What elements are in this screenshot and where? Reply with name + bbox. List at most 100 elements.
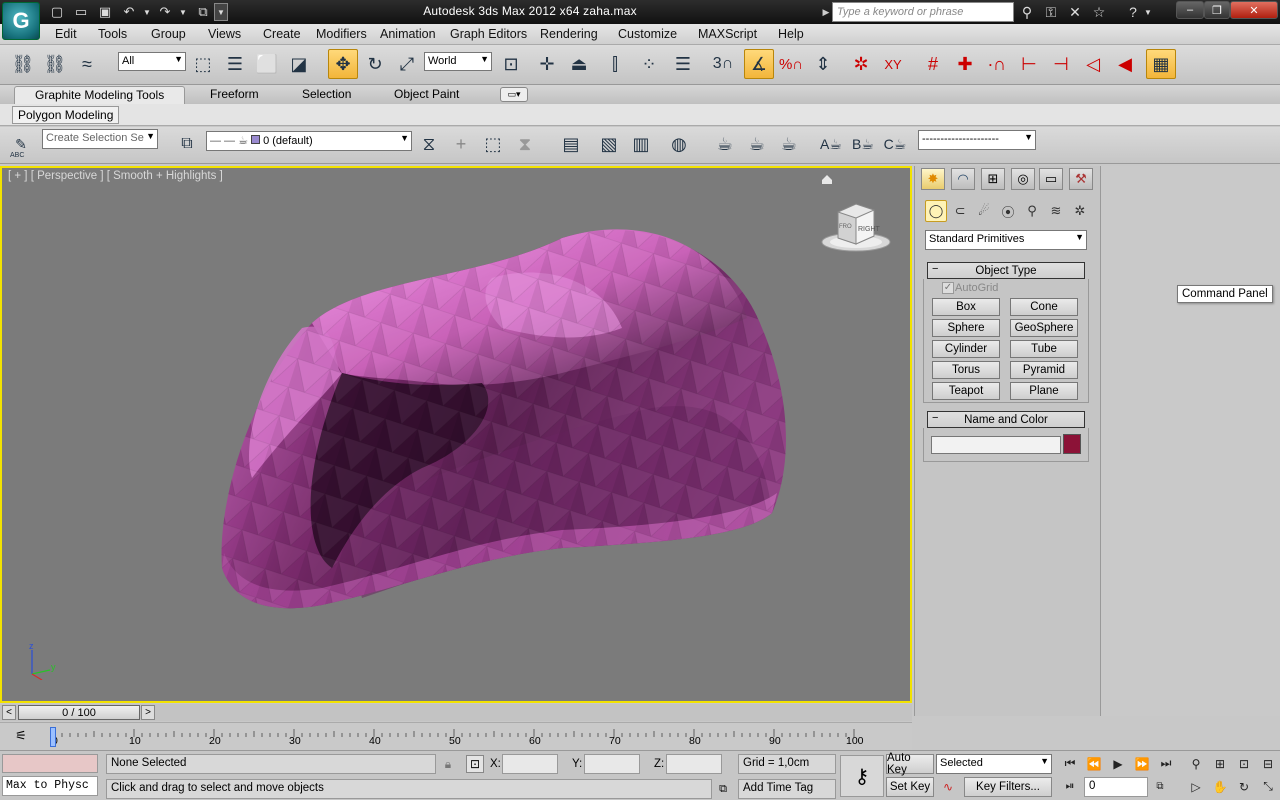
sphere-button[interactable]: Sphere	[932, 319, 1000, 337]
menu-maxscript[interactable]: MAXScript	[698, 27, 757, 41]
snaps-toggle-icon[interactable]: 3 ∩	[708, 49, 738, 79]
play-icon[interactable]: ▶	[1108, 754, 1128, 773]
project-folder-icon[interactable]: ⧉	[194, 3, 212, 21]
schematic-view-icon[interactable]: ▥	[626, 129, 656, 159]
select-and-scale-icon[interactable]: ⤢	[392, 49, 422, 79]
quick-access-dropdown-icon[interactable]: ▼	[214, 3, 228, 21]
layer-select[interactable]: — — ☕ 0 (default) ▼	[206, 131, 412, 151]
create-tab-icon[interactable]: ✸	[921, 168, 945, 190]
zoom-all-icon[interactable]: ⊞	[1210, 754, 1230, 773]
pan-view-icon[interactable]: ✋	[1210, 777, 1230, 796]
primitive-category-select[interactable]: Standard Primitives ▼	[925, 230, 1087, 250]
keyboard-shortcut-override-icon[interactable]: ⏏	[564, 49, 594, 79]
object-name-input[interactable]	[931, 436, 1061, 454]
key-mode-select[interactable]: Selected ▼	[936, 754, 1052, 774]
add-time-tag-button[interactable]: Add Time Tag	[738, 779, 836, 799]
rendered-frame-window-icon[interactable]: ☕	[742, 129, 772, 159]
next-key-icon[interactable]: ⏩	[1132, 754, 1152, 773]
new-file-icon[interactable]: ▢	[48, 3, 66, 21]
go-to-end-icon[interactable]: ⏭	[1156, 754, 1176, 773]
x-coordinate-input[interactable]	[502, 754, 558, 774]
menu-rendering[interactable]: Rendering	[540, 27, 598, 41]
curve-editor-icon[interactable]: ▧	[594, 129, 624, 159]
angle-snap-icon[interactable]: ∡	[744, 49, 774, 79]
select-in-layer-icon[interactable]: ⬚	[478, 129, 508, 159]
object-type-rollout-header[interactable]: − Object Type	[927, 262, 1085, 279]
maximize-button[interactable]: ❐	[1204, 1, 1230, 19]
time-configuration-icon[interactable]: ⧉	[1150, 777, 1170, 796]
window-crossing-icon[interactable]: ◪	[284, 49, 314, 79]
torus-button[interactable]: Torus	[932, 361, 1000, 379]
lock-selection-icon[interactable]: 🔒︎	[440, 754, 456, 774]
next-frame-icon[interactable]: >	[141, 705, 155, 720]
key-filters-button[interactable]: Key Filters...	[964, 777, 1052, 797]
named-selection-select[interactable]: Create Selection Se ▼	[42, 129, 158, 149]
rectangular-selection-icon[interactable]: ⬜	[252, 49, 282, 79]
set-current-layer-icon[interactable]: ⧗	[510, 129, 540, 159]
minimize-button[interactable]: –	[1176, 1, 1204, 19]
search-expand-icon[interactable]: ▶	[821, 4, 831, 20]
percent-snap-icon[interactable]: %∩	[776, 49, 806, 79]
geometry-icon[interactable]: ◯	[925, 200, 947, 222]
perspective-viewport[interactable]: [ + ] [ Perspective ] [ Smooth + Highlig…	[0, 166, 912, 703]
motion-tab-icon[interactable]: ◎	[1011, 168, 1035, 190]
layer-manager-icon[interactable]: ⧉	[172, 129, 202, 159]
help-dropdown-icon[interactable]: ▼	[1142, 3, 1154, 21]
set-key-icon[interactable]: ⚷	[840, 755, 884, 797]
autogrid-checkbox[interactable]: ✓	[942, 282, 954, 294]
subscription-icon[interactable]: ⚿	[1040, 3, 1062, 21]
pivot-snap-icon[interactable]: ✚	[950, 49, 980, 79]
set-key-button[interactable]: Set Key	[886, 777, 934, 797]
bind-to-space-warp-icon[interactable]: ≈	[72, 49, 102, 79]
previous-key-icon[interactable]: ⏪	[1084, 754, 1104, 773]
menu-graph-editors[interactable]: Graph Editors	[450, 27, 527, 41]
absolute-mode-transform-icon[interactable]: ⊡	[466, 755, 484, 773]
render-setup-teapot-icon[interactable]: ☕	[710, 129, 740, 159]
spinner-snap-icon[interactable]: ⇕	[808, 49, 838, 79]
menu-customize[interactable]: Customize	[618, 27, 677, 41]
select-and-move-icon[interactable]: ✥	[328, 49, 358, 79]
communication-center-icon[interactable]: ✕	[1064, 3, 1086, 21]
tab-freeform[interactable]: Freeform	[204, 86, 265, 104]
cameras-icon[interactable]: ⦿	[997, 200, 1019, 222]
mirror-axis-icon[interactable]: XY	[878, 49, 908, 79]
polygon-modeling-panel[interactable]: Polygon Modeling	[12, 106, 120, 124]
z-coordinate-input[interactable]	[666, 754, 722, 774]
tab-selection[interactable]: Selection	[296, 86, 357, 104]
key-mode-toggle-icon[interactable]: ⏯	[1060, 777, 1080, 796]
menu-edit[interactable]: Edit	[55, 27, 77, 41]
favorites-icon[interactable]: ☆	[1088, 3, 1110, 21]
endpoint-snap-icon[interactable]: ⊢	[1014, 49, 1044, 79]
cone-button[interactable]: Cone	[1010, 298, 1078, 316]
redo-icon[interactable]: ↷	[156, 3, 174, 21]
time-tag-icon[interactable]: ⧉	[714, 781, 732, 798]
search-input[interactable]: Type a keyword or phrase	[832, 2, 1014, 22]
select-by-name-icon[interactable]: ☰	[220, 49, 250, 79]
tube-button[interactable]: Tube	[1010, 340, 1078, 358]
teapot-button[interactable]: Teapot	[932, 382, 1000, 400]
auto-key-button[interactable]: Auto Key	[886, 752, 934, 776]
ribbon-minimize-icon[interactable]: ▭▾	[500, 87, 528, 102]
maxscript-listener-output[interactable]	[2, 754, 98, 773]
utilities-tab-icon[interactable]: ⚒	[1069, 168, 1093, 190]
time-slider-thumb[interactable]: 0 / 100	[18, 705, 140, 720]
y-coordinate-input[interactable]	[584, 754, 640, 774]
open-file-icon[interactable]: ▭	[72, 3, 90, 21]
scene-explorer-icon[interactable]: ▤	[556, 129, 586, 159]
selection-set-b-icon[interactable]: B ☕	[848, 129, 878, 159]
tab-object-paint[interactable]: Object Paint	[388, 86, 465, 104]
reference-coordinate-select[interactable]: World ▼	[424, 52, 492, 71]
tab-graphite-modeling-tools[interactable]: Graphite Modeling Tools	[14, 86, 186, 104]
field-of-view-icon[interactable]: ▷	[1186, 777, 1206, 796]
viewport-label[interactable]: [ + ] [ Perspective ] [ Smooth + Highlig…	[8, 170, 223, 182]
layer-manager-icon[interactable]: ☰	[668, 49, 698, 79]
select-and-link-icon[interactable]: ⛓	[8, 49, 38, 79]
menu-create[interactable]: Create	[263, 27, 301, 41]
zoom-extents-icon[interactable]: ⊡	[1234, 754, 1254, 773]
align-icon[interactable]: ⁘	[634, 49, 664, 79]
selection-set-c-icon[interactable]: C ☕	[880, 129, 910, 159]
save-icon[interactable]: ▣	[96, 3, 114, 21]
menu-group[interactable]: Group	[151, 27, 186, 41]
select-object-icon[interactable]: ⬚	[188, 49, 218, 79]
undo-icon[interactable]: ↶	[120, 3, 138, 21]
